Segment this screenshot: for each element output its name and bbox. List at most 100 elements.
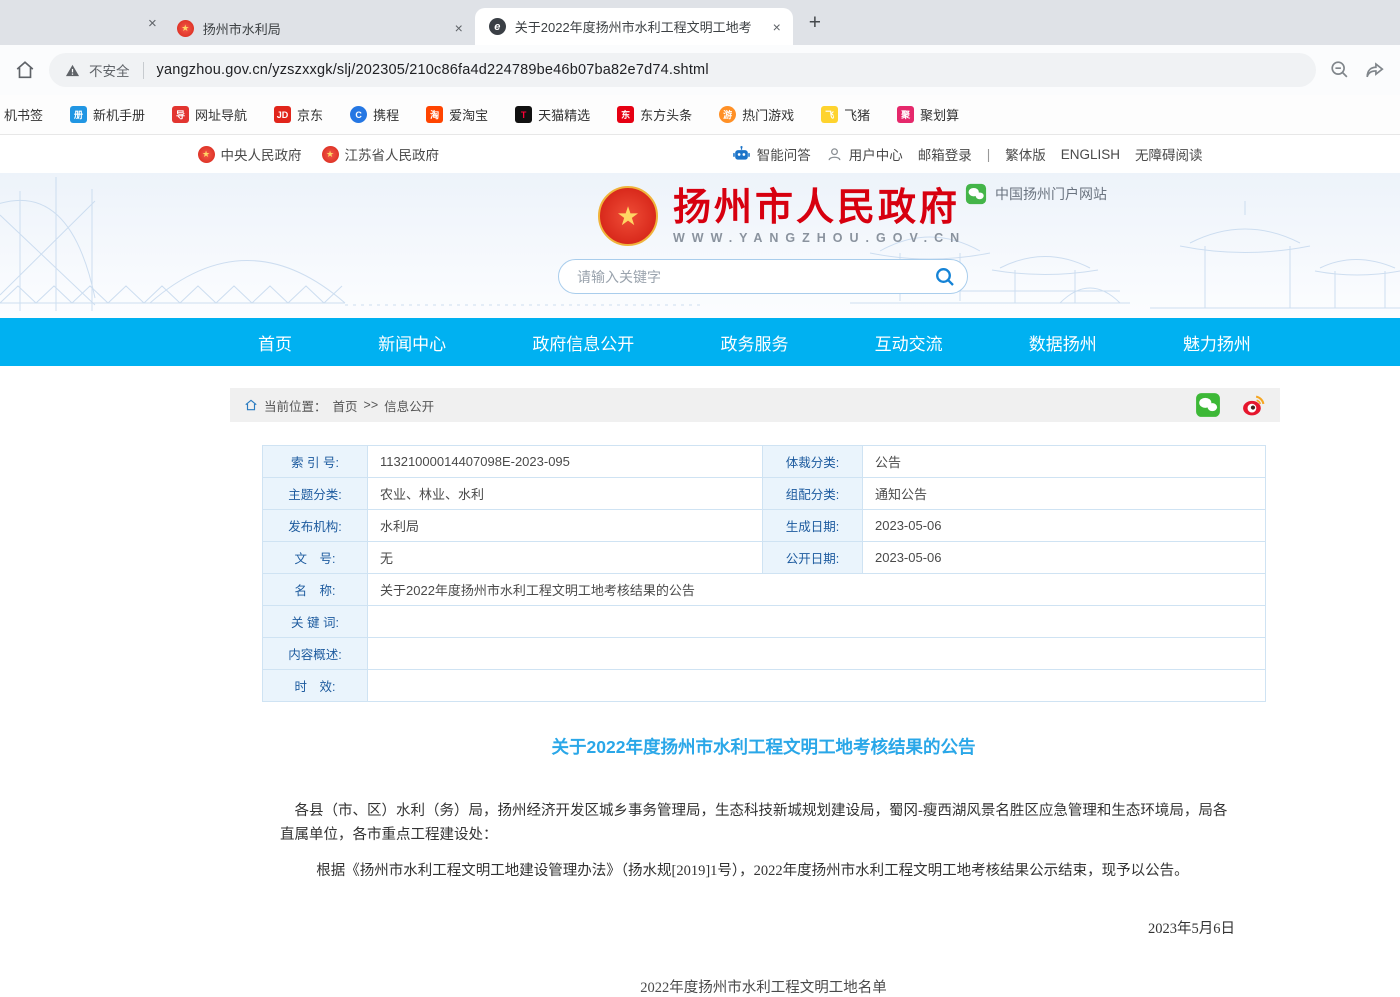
- portal-link[interactable]: 中国扬州门户网站: [965, 183, 1107, 205]
- attachment-title: 2022年度扬州市水利工程文明工地名单: [262, 976, 1265, 997]
- warning-icon: [65, 63, 80, 78]
- tab-active-announcement[interactable]: e 关于2022年度扬州市水利工程文明工地考 ×: [475, 8, 793, 45]
- accessibility-link[interactable]: 无障碍阅读: [1135, 144, 1203, 164]
- nav-item-interaction[interactable]: 互动交流: [869, 330, 949, 355]
- article-date: 2023年5月6日: [230, 917, 1235, 938]
- nav-site-icon: 导: [172, 106, 189, 123]
- breadcrumb: 当前位置： 首页 >> 信息公开: [230, 388, 1280, 422]
- bookmark-jd[interactable]: JD 京东: [274, 105, 323, 124]
- meta-label: 内容概述:: [263, 638, 368, 670]
- juhuasuan-icon: 聚: [897, 106, 914, 123]
- table-row: 时 效:: [263, 670, 1266, 702]
- site-logo[interactable]: ★ 扬州市人民政府 WWW.YANGZHOU.GOV.CN: [598, 186, 966, 246]
- article-paragraph: 各县（市、区）水利（务）局，扬州经济开发区城乡事务管理局，生态科技新城规划建设局…: [280, 799, 1235, 847]
- game-icon: 游: [719, 106, 736, 123]
- meta-label: 组配分类:: [763, 478, 863, 510]
- taobao-icon: 淘: [426, 106, 443, 123]
- bookmark-aitaobao[interactable]: 淘 爱淘宝: [426, 105, 488, 124]
- mail-login-link[interactable]: 邮箱登录: [918, 144, 972, 164]
- table-row: 索 引 号: 11321000014407098E-2023-095 体裁分类:…: [263, 446, 1266, 478]
- bookmark-wangzhi-daohang[interactable]: 导 网址导航: [172, 105, 247, 124]
- breadcrumb-current: 信息公开: [384, 396, 434, 415]
- share-icon[interactable]: [1364, 59, 1386, 81]
- url-text: yangzhou.gov.cn/yzszxxgk/slj/202305/210c…: [157, 62, 709, 78]
- bookmark-shouji-shuqian[interactable]: 机书签: [4, 105, 43, 124]
- bookmark-juhuasuan[interactable]: 聚 聚划算: [897, 105, 959, 124]
- share-wechat-button[interactable]: [1195, 392, 1221, 418]
- bookmark-dongfang-toutiao[interactable]: 东 东方头条: [617, 105, 692, 124]
- wechat-icon: [965, 183, 987, 205]
- meta-label: 名 称:: [263, 574, 368, 606]
- metadata-table: 索 引 号: 11321000014407098E-2023-095 体裁分类:…: [262, 445, 1266, 702]
- tab-shuiliju[interactable]: ★ 扬州市水利局 ×: [163, 11, 475, 45]
- close-tab-icon[interactable]: ×: [453, 20, 465, 36]
- nav-item-home[interactable]: 首页: [252, 330, 298, 355]
- bookmark-ctrip[interactable]: C 携程: [350, 105, 399, 124]
- smart-qa-label: 智能问答: [757, 144, 811, 164]
- bookmark-label: 网址导航: [195, 105, 247, 124]
- article-paragraph: 根据《扬州市水利工程文明工地建设管理办法》（扬水规[2019]1号），2022年…: [280, 859, 1235, 883]
- bookmark-label: 京东: [297, 105, 323, 124]
- site-search: [558, 259, 968, 294]
- new-tab-button[interactable]: +: [809, 11, 821, 35]
- address-divider: [143, 62, 144, 79]
- nav-item-data[interactable]: 数据扬州: [1023, 330, 1103, 355]
- article: 关于2022年度扬州市水利工程文明工地考核结果的公告 各县（市、区）水利（务）局…: [230, 734, 1280, 997]
- tab-title: 关于2022年度扬州市水利工程文明工地考: [515, 17, 762, 36]
- bookmark-fliggy[interactable]: 飞 飞猪: [821, 105, 870, 124]
- english-link[interactable]: ENGLISH: [1061, 147, 1120, 162]
- site-favicon: e: [489, 18, 506, 35]
- home-icon[interactable]: [14, 59, 36, 81]
- nav-item-info-disclosure[interactable]: 政府信息公开: [526, 330, 640, 355]
- bookmark-label: 东方头条: [640, 105, 692, 124]
- home-icon: [244, 398, 258, 412]
- site-title: 扬州市人民政府: [673, 188, 966, 228]
- bookmark-xinji-shouce[interactable]: 册 新机手册: [70, 105, 145, 124]
- traditional-link[interactable]: 繁体版: [1005, 144, 1046, 164]
- share-weibo-button[interactable]: [1241, 393, 1266, 418]
- gov-emblem-icon: ★: [322, 146, 339, 163]
- meta-label: 生成日期:: [763, 510, 863, 542]
- meta-label: 关 键 词:: [263, 606, 368, 638]
- gov-link-label: 中央人民政府: [221, 144, 302, 164]
- nav-item-services[interactable]: 政务服务: [714, 330, 794, 355]
- bookmarks-bar: 机书签 册 新机手册 导 网址导航 JD 京东 C 携程 淘 爱淘宝 T 天猫精…: [0, 95, 1400, 135]
- address-bar[interactable]: 不安全 yangzhou.gov.cn/yzszxxgk/slj/202305/…: [49, 53, 1316, 87]
- gov-emblem-icon: ★: [198, 146, 215, 163]
- meta-value: 水利局: [368, 510, 763, 542]
- bookmark-label: 聚划算: [920, 105, 959, 124]
- zoom-out-icon[interactable]: [1329, 59, 1351, 81]
- nav-item-charm[interactable]: 魅力扬州: [1177, 330, 1257, 355]
- search-button[interactable]: [931, 263, 959, 291]
- meta-value: 农业、林业、水利: [368, 478, 763, 510]
- link-jiangsu-gov[interactable]: ★ 江苏省人民政府: [322, 144, 440, 164]
- close-tab-icon[interactable]: ×: [771, 19, 783, 35]
- tab-title: 扬州市水利局: [203, 19, 444, 38]
- meta-label: 时 效:: [263, 670, 368, 702]
- smart-qa-link[interactable]: 智能问答: [732, 144, 811, 164]
- meta-value: [368, 670, 1266, 702]
- meta-value: 2023-05-06: [863, 542, 1266, 574]
- bookmark-label: 飞猪: [844, 105, 870, 124]
- national-emblem-icon: ★: [598, 186, 658, 246]
- search-input[interactable]: [575, 268, 931, 286]
- article-title: 关于2022年度扬州市水利工程文明工地考核结果的公告: [262, 734, 1265, 759]
- table-row: 主题分类: 农业、林业、水利 组配分类: 通知公告: [263, 478, 1266, 510]
- fliggy-pig-icon: 飞: [821, 106, 838, 123]
- breadcrumb-home-link[interactable]: 首页: [333, 396, 358, 415]
- table-row: 关 键 词:: [263, 606, 1266, 638]
- bookmark-remen-youxi[interactable]: 游 热门游戏: [719, 105, 794, 124]
- meta-label: 体裁分类:: [763, 446, 863, 478]
- table-row: 发布机构: 水利局 生成日期: 2023-05-06: [263, 510, 1266, 542]
- meta-value: 2023-05-06: [863, 510, 1266, 542]
- topbar-divider: |: [987, 147, 991, 162]
- link-central-gov[interactable]: ★ 中央人民政府: [198, 144, 302, 164]
- nav-item-news[interactable]: 新闻中心: [372, 330, 452, 355]
- bookmark-label: 热门游戏: [742, 105, 794, 124]
- close-tab-icon[interactable]: ×: [148, 15, 157, 32]
- meta-label: 主题分类:: [263, 478, 368, 510]
- user-center-link[interactable]: 用户中心: [826, 144, 903, 164]
- breadcrumb-prefix: 当前位置：: [264, 396, 327, 415]
- bookmark-tmall[interactable]: T 天猫精选: [515, 105, 590, 124]
- gov-emblem-favicon: ★: [177, 20, 194, 37]
